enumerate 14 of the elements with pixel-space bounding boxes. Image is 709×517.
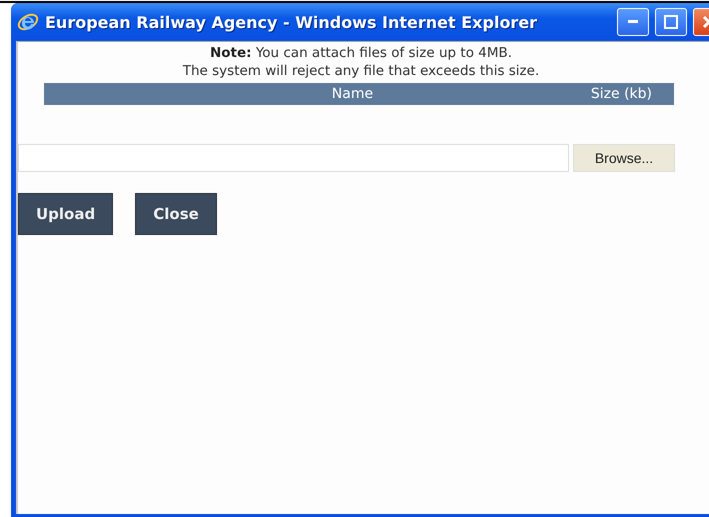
minimize-button[interactable]	[617, 8, 649, 36]
file-path-field[interactable]	[18, 144, 569, 172]
browser-logo-icon	[17, 11, 39, 33]
maximize-icon	[664, 15, 678, 29]
close-button[interactable]: Close	[135, 193, 217, 235]
column-header: Name	[330, 86, 374, 102]
maximize-button[interactable]	[655, 8, 687, 36]
column-header: Size (kb)	[590, 86, 653, 102]
note-text: The system will reject any file that exceeds this size.	[182, 62, 540, 80]
minimize-icon	[628, 20, 638, 24]
browse-button[interactable]: Browse...	[573, 144, 675, 172]
upload-button[interactable]: Upload	[18, 193, 114, 235]
window-title: European Railway Agency - Windows Internet Explorer	[45, 12, 538, 32]
note-text: Note: You can attach files of size up to 4MB.	[208, 44, 514, 62]
